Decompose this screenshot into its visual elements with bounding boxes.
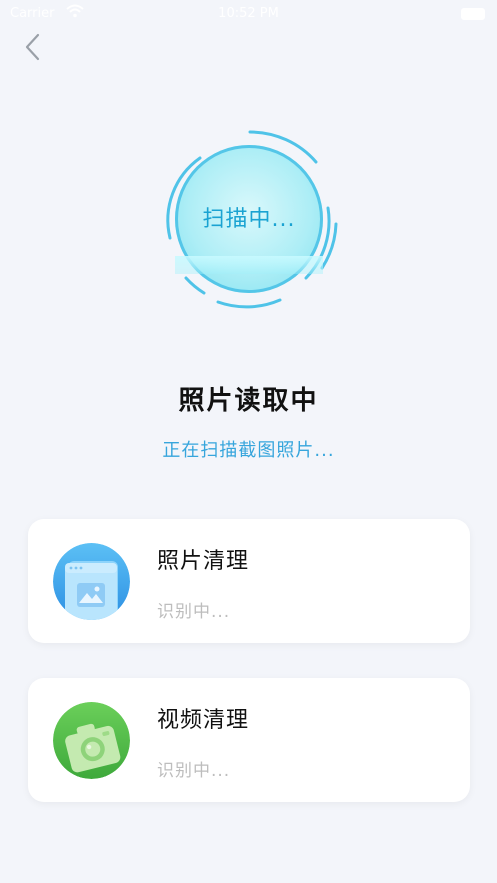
battery-icon <box>461 8 485 20</box>
video-clean-card[interactable]: 视频清理 识别中... <box>28 678 470 802</box>
card-status: 识别中... <box>157 761 231 781</box>
card-status: 识别中... <box>157 602 231 622</box>
photo-gallery-icon <box>53 543 130 620</box>
scan-line <box>175 256 323 274</box>
chevron-left-icon <box>25 33 40 61</box>
scan-indicator: 扫描中... <box>158 128 340 310</box>
card-title: 视频清理 <box>157 708 250 733</box>
status-time: 10:52 PM <box>218 6 279 21</box>
card-title: 照片清理 <box>157 549 250 574</box>
status-bar: Carrier 10:52 PM <box>0 0 497 28</box>
video-camera-icon <box>53 702 130 779</box>
page-subtitle: 正在扫描截图照片... <box>162 440 335 461</box>
scan-label: 扫描中... <box>202 207 296 232</box>
back-button[interactable] <box>18 30 48 64</box>
page-title: 照片读取中 <box>178 386 319 416</box>
photo-clean-card[interactable]: 照片清理 识别中... <box>28 519 470 643</box>
